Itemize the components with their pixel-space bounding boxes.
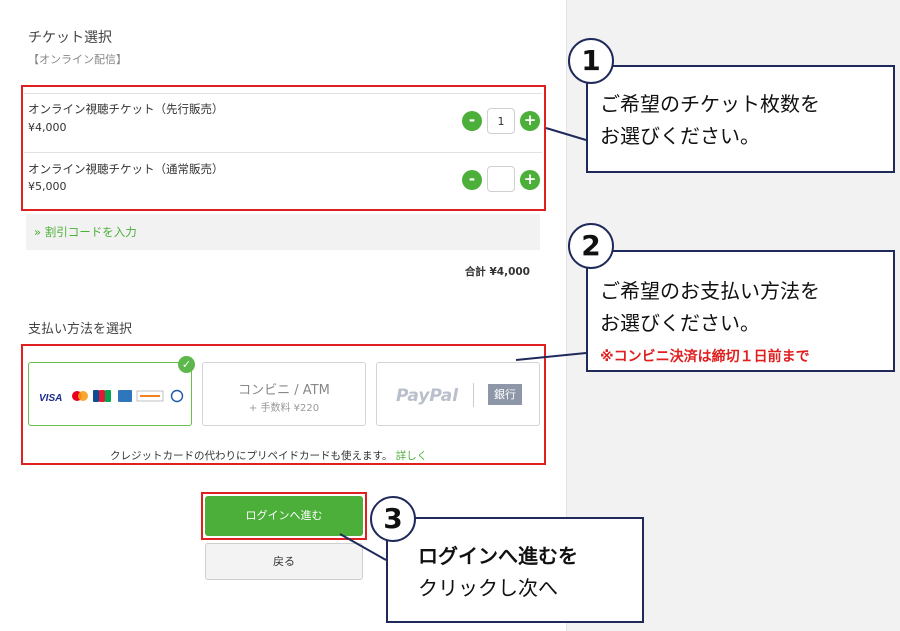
callout-login: ログインへ進むを クリックし次へ bbox=[386, 517, 644, 623]
callout-payment-method: ご希望のお支払い方法を お選びください。 ※コンビニ決済は締切１日前まで bbox=[586, 250, 895, 372]
callout-text: ご希望のお支払い方法を bbox=[600, 279, 820, 303]
step-number-badge: 2 bbox=[568, 223, 614, 269]
callout-text: ログインへ進むを bbox=[418, 544, 578, 568]
callout-text: お選びください。 bbox=[600, 124, 760, 148]
callout-text: お選びください。 bbox=[600, 311, 760, 335]
step-number-badge: 3 bbox=[370, 496, 416, 542]
callout-ticket-quantity: ご希望のチケット枚数を お選びください。 bbox=[586, 65, 895, 173]
callout-note: ※コンビニ決済は締切１日前まで bbox=[600, 349, 810, 365]
step-number-badge: 1 bbox=[568, 38, 614, 84]
callout-text: ご希望のチケット枚数を bbox=[600, 92, 820, 116]
callout-text: クリックし次へ bbox=[418, 576, 558, 600]
